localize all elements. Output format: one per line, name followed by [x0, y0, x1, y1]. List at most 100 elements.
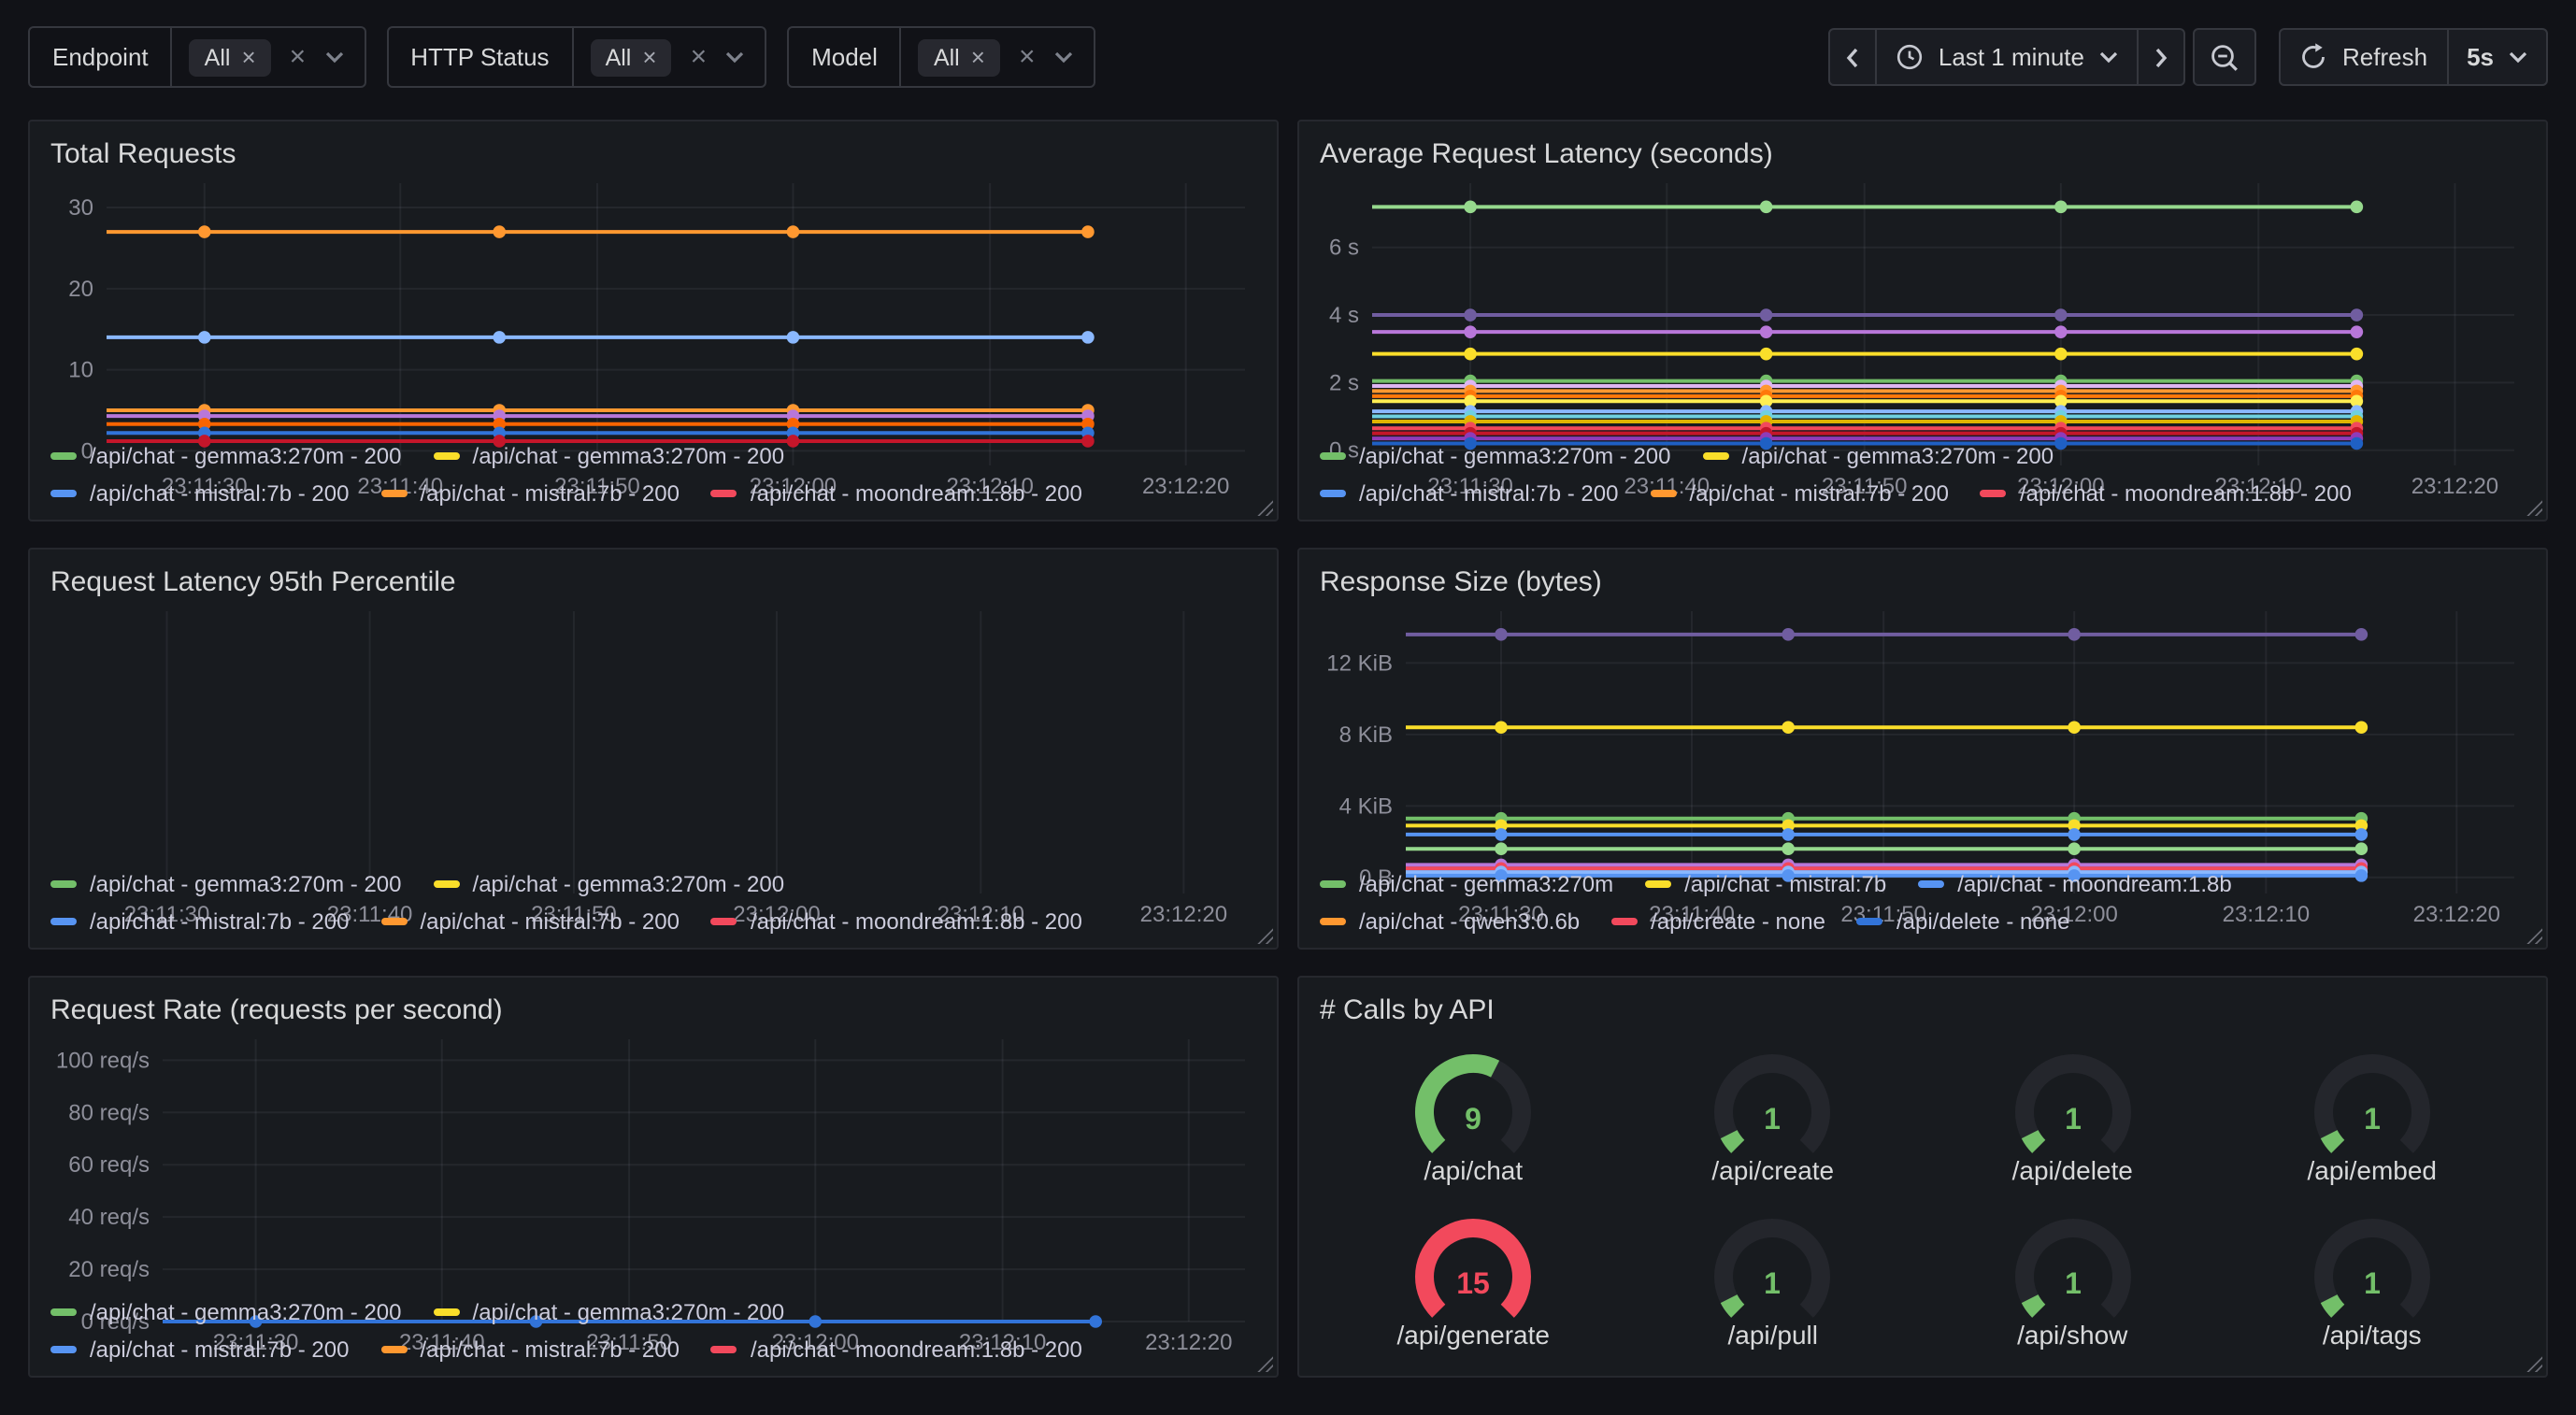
time-shift-forward-button[interactable] [2137, 28, 2185, 86]
legend-label: /api/chat - moondream:1.8b - 200 [751, 480, 1082, 507]
endpoint-filter[interactable]: Endpoint All× × [28, 26, 365, 88]
chip-remove-icon[interactable]: × [971, 45, 985, 69]
time-series-chart[interactable]: 23:11:3023:11:4023:11:5023:12:0023:12:10… [47, 1028, 1260, 1284]
filter-label: Endpoint [30, 28, 173, 86]
time-shift-back-button[interactable] [1828, 28, 1877, 86]
zoom-out-time-button[interactable] [2193, 28, 2256, 86]
legend-item[interactable]: /api/chat - gemma3:270m - 200 [434, 443, 785, 469]
gauge-value: 1 [1765, 1266, 1782, 1300]
legend-color-swatch [380, 490, 407, 497]
panel-title[interactable]: Total Requests [50, 136, 1260, 172]
panel-grid: Total Requests 23:11:3023:11:4023:11:502… [28, 120, 2548, 1378]
panel-title[interactable]: Response Size (bytes) [1320, 565, 2529, 600]
clear-selection-icon[interactable]: × [290, 43, 307, 71]
chip-remove-icon[interactable]: × [642, 45, 656, 69]
legend-item[interactable]: /api/chat - moondream:1.8b - 200 [1981, 480, 2352, 507]
refresh-button[interactable]: Refresh [2279, 28, 2448, 86]
gauge-label: /api/chat [1424, 1155, 1523, 1185]
svg-text:6 s: 6 s [1329, 236, 1359, 261]
time-series-chart[interactable]: 23:11:3023:11:4023:11:5023:12:0023:12:10… [47, 600, 1260, 856]
clock-icon [1896, 43, 1924, 71]
selected-value-chip[interactable]: All× [190, 38, 271, 76]
legend-item[interactable]: /api/chat - moondream:1.8b [1918, 871, 2232, 897]
legend-item[interactable]: /api/chat - mistral:7b - 200 [1650, 480, 1948, 507]
gauge-value: 9 [1465, 1102, 1481, 1136]
legend-label: /api/chat - gemma3:270m - 200 [473, 443, 785, 469]
time-series-chart[interactable]: 23:11:3023:11:4023:11:5023:12:0023:12:10… [47, 172, 1260, 428]
chip-label: All [606, 44, 632, 70]
legend: /api/chat - gemma3:270m - 200/api/chat -… [47, 856, 1260, 940]
legend-label: /api/chat - gemma3:270m - 200 [1742, 443, 2054, 469]
http-status-filter[interactable]: HTTP Status All × × [386, 26, 766, 88]
legend-color-swatch [434, 880, 460, 888]
legend-item[interactable]: /api/chat - moondream:1.8b - 200 [711, 480, 1082, 507]
chip-remove-icon[interactable]: × [241, 45, 255, 69]
time-series-chart[interactable]: 23:11:3023:11:4023:11:5023:12:0023:12:10… [1316, 172, 2529, 428]
panel-title[interactable]: # Calls by API [1320, 993, 2529, 1028]
chevron-down-icon[interactable] [1053, 50, 1072, 64]
gauge-label: /api/embed [2307, 1155, 2437, 1185]
legend-item[interactable]: /api/chat - mistral:7b - 200 [380, 480, 679, 507]
legend-label: /api/chat - moondream:1.8b [1957, 871, 2232, 897]
legend-item[interactable]: /api/chat - moondream:1.8b - 200 [711, 1336, 1082, 1363]
selected-value-chip[interactable]: All× [919, 38, 1000, 76]
time-series-chart[interactable]: 23:11:3023:11:4023:11:5023:12:0023:12:10… [1316, 600, 2529, 856]
legend-item[interactable]: /api/chat - mistral:7b - 200 [380, 1336, 679, 1363]
legend-item[interactable]: /api/chat - moondream:1.8b - 200 [711, 908, 1082, 935]
legend-item[interactable]: /api/chat - mistral:7b - 200 [50, 480, 349, 507]
legend-item[interactable]: /api/chat - mistral:7b - 200 [50, 908, 349, 935]
legend: /api/chat - gemma3:270m - 200/api/chat -… [47, 1284, 1260, 1368]
gauge-label: /api/show [2017, 1320, 2127, 1350]
panel-title[interactable]: Request Rate (requests per second) [50, 993, 1260, 1028]
legend-item[interactable]: /api/chat - gemma3:270m - 200 [1703, 443, 2054, 469]
legend-item[interactable]: /api/chat - mistral:7b - 200 [50, 1336, 349, 1363]
gauge-arc: 15 [1370, 1200, 1576, 1323]
legend-label: /api/chat - mistral:7b - 200 [420, 908, 679, 935]
legend-color-swatch [380, 918, 407, 925]
legend-item[interactable]: /api/delete - none [1857, 908, 2070, 935]
legend-label: /api/chat - moondream:1.8b - 200 [2020, 480, 2352, 507]
legend-item[interactable]: /api/chat - gemma3:270m - 200 [1320, 443, 1671, 469]
zoom-out-icon [2210, 42, 2240, 72]
legend-color-swatch [50, 490, 77, 497]
panel-title[interactable]: Request Latency 95th Percentile [50, 565, 1260, 600]
selected-value-chip[interactable]: All × [591, 38, 672, 76]
chevron-down-icon[interactable] [725, 50, 744, 64]
refresh-interval-value: 5s [2467, 43, 2494, 71]
legend-item[interactable]: /api/chat - gemma3:270m - 200 [434, 1299, 785, 1325]
legend-row: /api/chat - gemma3:270m - 200/api/chat -… [50, 443, 1260, 469]
legend: /api/chat - gemma3:270m/api/chat - mistr… [1316, 856, 2529, 940]
refresh-interval-select[interactable]: 5s [2446, 28, 2548, 86]
gauge-api-delete: 1/api/delete [1969, 1036, 2175, 1185]
legend-label: /api/chat - mistral:7b - 200 [1359, 480, 1618, 507]
legend-item[interactable]: /api/chat - gemma3:270m - 200 [50, 871, 402, 897]
gauge-label: /api/generate [1397, 1320, 1550, 1350]
legend-label: /api/delete - none [1896, 908, 2070, 935]
legend-label: /api/chat - gemma3:270m - 200 [473, 871, 785, 897]
legend-item[interactable]: /api/chat - gemma3:270m - 200 [50, 1299, 402, 1325]
legend-item[interactable]: /api/chat - mistral:7b - 200 [380, 908, 679, 935]
legend-item[interactable]: /api/chat - qwen3:0.6b [1320, 908, 1580, 935]
legend-item[interactable]: /api/create - none [1611, 908, 1825, 935]
time-controls: Last 1 minute Refresh 5s [1828, 28, 2548, 86]
filter-label: HTTP Status [388, 28, 573, 86]
panel-average-request-latency: Average Request Latency (seconds) 23:11:… [1297, 120, 2548, 522]
legend-label: /api/chat - qwen3:0.6b [1359, 908, 1580, 935]
clear-selection-icon[interactable]: × [691, 43, 708, 71]
model-filter[interactable]: Model All× × [787, 26, 1095, 88]
gauge-api-pull: 1/api/pull [1670, 1200, 1876, 1350]
clear-selection-icon[interactable]: × [1019, 43, 1036, 71]
legend-item[interactable]: /api/chat - gemma3:270m - 200 [50, 443, 402, 469]
chevron-down-icon[interactable] [324, 50, 343, 64]
gauge-label: /api/delete [2012, 1155, 2133, 1185]
legend-color-swatch [380, 1346, 407, 1353]
legend-item[interactable]: /api/chat - gemma3:270m [1320, 871, 1613, 897]
legend-item[interactable]: /api/chat - mistral:7b - 200 [1320, 480, 1618, 507]
time-range-picker[interactable]: Last 1 minute [1875, 28, 2139, 86]
legend-item[interactable]: /api/chat - gemma3:270m - 200 [434, 871, 785, 897]
legend-color-swatch [711, 490, 737, 497]
panel-title[interactable]: Average Request Latency (seconds) [1320, 136, 2529, 172]
chevron-right-icon [2154, 46, 2168, 68]
legend-item[interactable]: /api/chat - mistral:7b [1645, 871, 1886, 897]
gauge-label: /api/pull [1727, 1320, 1818, 1350]
